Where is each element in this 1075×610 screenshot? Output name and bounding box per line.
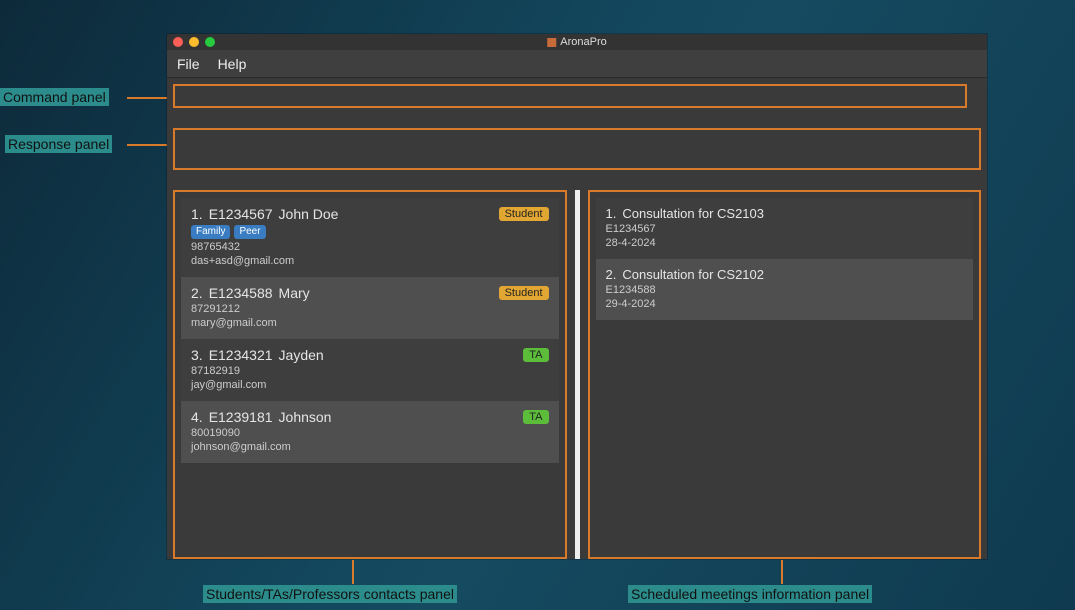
contact-id: E1239181 — [209, 409, 273, 425]
contact-index: 3. — [191, 347, 203, 363]
meeting-title: Consultation for CS2102 — [622, 267, 764, 282]
contact-email: johnson@gmail.com — [191, 441, 549, 453]
meeting-index: 1. — [606, 206, 617, 221]
annotation-command-panel: Command panel — [0, 88, 109, 106]
app-icon — [547, 38, 556, 47]
meeting-index: 2. — [606, 267, 617, 282]
contact-id: E1234321 — [209, 347, 273, 363]
contact-name: Jayden — [279, 347, 324, 363]
meeting-id: E1234588 — [606, 284, 964, 296]
response-output — [173, 128, 981, 170]
annotation-response-panel: Response panel — [5, 135, 112, 153]
command-input[interactable] — [173, 84, 967, 108]
contact-row[interactable]: 1. E1234567 John Doe Student Family Peer 98765… — [181, 198, 559, 277]
contact-head: 2. E1234588 Mary Student — [191, 285, 549, 301]
window-controls — [173, 37, 215, 47]
tag: Family — [191, 225, 230, 239]
contact-phone: 87182919 — [191, 365, 549, 377]
contact-head: 4. E1239181 Johnson TA — [191, 409, 549, 425]
meeting-title: Consultation for CS2103 — [622, 206, 764, 221]
meeting-head: 1. Consultation for CS2103 — [606, 206, 964, 221]
contact-name: Johnson — [279, 409, 332, 425]
contact-index: 2. — [191, 285, 203, 301]
contact-head: 1. E1234567 John Doe Student — [191, 206, 549, 222]
window-title-text: AronaPro — [560, 36, 606, 48]
contact-email: mary@gmail.com — [191, 317, 549, 329]
annotation-line — [781, 560, 783, 584]
meeting-date: 28-4-2024 — [606, 237, 964, 249]
close-icon[interactable] — [173, 37, 183, 47]
role-badge: Student — [499, 286, 549, 300]
contact-row[interactable]: 4. E1239181 Johnson TA 80019090 johnson@gmail… — [181, 401, 559, 463]
top-panels — [167, 78, 987, 170]
tag: Peer — [234, 225, 265, 239]
contact-id: E1234588 — [209, 285, 273, 301]
contact-email: das+asd@gmail.com — [191, 255, 549, 267]
split-divider[interactable] — [575, 190, 580, 559]
contact-phone: 98765432 — [191, 241, 549, 253]
contact-name: John Doe — [279, 206, 339, 222]
meeting-id: E1234567 — [606, 223, 964, 235]
contact-index: 1. — [191, 206, 203, 222]
annotation-meetings-panel: Scheduled meetings information panel — [628, 585, 872, 603]
contact-index: 4. — [191, 409, 203, 425]
titlebar: AronaPro — [167, 34, 987, 50]
main-split: 1. E1234567 John Doe Student Family Peer 98765… — [173, 190, 981, 559]
annotation-contacts-panel: Students/TAs/Professors contacts panel — [203, 585, 457, 603]
contact-email: jay@gmail.com — [191, 379, 549, 391]
contact-tags: Family Peer — [191, 225, 549, 239]
annotation-line — [352, 560, 354, 584]
contact-id: E1234567 — [209, 206, 273, 222]
contact-phone: 80019090 — [191, 427, 549, 439]
meetings-panel: 1. Consultation for CS2103 E1234567 28-4-20… — [588, 190, 982, 559]
annotation-line — [127, 144, 171, 146]
meetings-list: 1. Consultation for CS2103 E1234567 28-4-20… — [590, 192, 980, 326]
role-badge: TA — [523, 348, 548, 362]
maximize-icon[interactable] — [205, 37, 215, 47]
role-badge: TA — [523, 410, 548, 424]
menu-help[interactable]: Help — [218, 56, 247, 72]
window-title: AronaPro — [547, 36, 606, 48]
contact-name: Mary — [279, 285, 310, 301]
contact-row[interactable]: 3. E1234321 Jayden TA 87182919 jay@gmail.com — [181, 339, 559, 401]
contacts-list: 1. E1234567 John Doe Student Family Peer 98765… — [175, 192, 565, 469]
meeting-head: 2. Consultation for CS2102 — [606, 267, 964, 282]
contact-row[interactable]: 2. E1234588 Mary Student 87291212 mary@gmail.… — [181, 277, 559, 339]
contact-phone: 87291212 — [191, 303, 549, 315]
contacts-panel: 1. E1234567 John Doe Student Family Peer 98765… — [173, 190, 567, 559]
menu-file[interactable]: File — [177, 56, 200, 72]
contact-head: 3. E1234321 Jayden TA — [191, 347, 549, 363]
meeting-date: 29-4-2024 — [606, 298, 964, 310]
minimize-icon[interactable] — [189, 37, 199, 47]
meeting-row[interactable]: 1. Consultation for CS2103 E1234567 28-4-20… — [596, 198, 974, 259]
menubar: File Help — [167, 50, 987, 78]
annotation-line — [127, 97, 171, 99]
meeting-row[interactable]: 2. Consultation for CS2102 E1234588 29-4-20… — [596, 259, 974, 320]
app-window: AronaPro File Help 1. E1234567 John Doe Stu… — [167, 34, 987, 559]
role-badge: Student — [499, 207, 549, 221]
